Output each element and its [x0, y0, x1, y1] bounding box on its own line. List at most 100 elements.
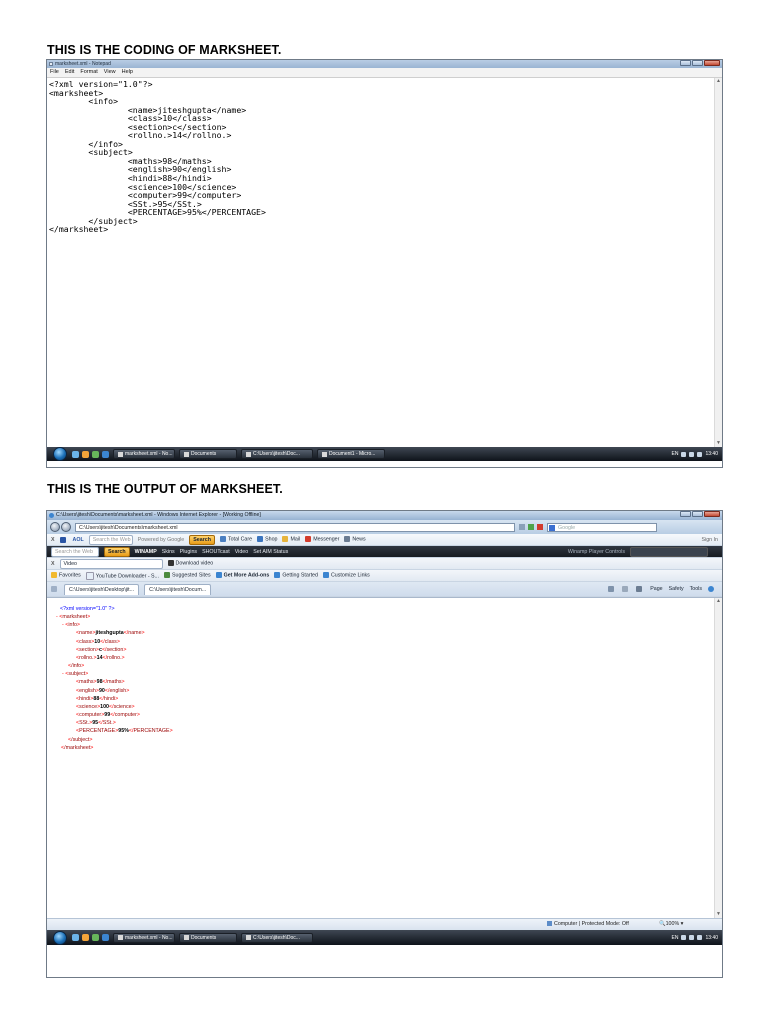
dropdown-icon[interactable]: [519, 524, 525, 530]
fav-link-youtube[interactable]: YouTube Downloader - S...: [85, 571, 159, 580]
aol-search-input[interactable]: Search the Web: [88, 534, 133, 545]
language-indicator[interactable]: EN: [672, 935, 679, 941]
menu-file[interactable]: File: [50, 68, 59, 77]
total-care-link[interactable]: Total Care: [219, 536, 252, 543]
quick-tabs-icon[interactable]: [51, 586, 57, 592]
notepad-editor[interactable]: <?xml version="1.0"?> <marksheet> <info>…: [47, 78, 722, 447]
shoutcast-menu[interactable]: SHOUTcast: [202, 549, 230, 555]
fav-link-customize[interactable]: Customize Links: [322, 572, 370, 579]
aol-search-button[interactable]: Search: [189, 534, 215, 545]
minimize-button[interactable]: [680, 511, 691, 517]
tab-marksheet[interactable]: C:\Users\jitesh\Docum...: [144, 583, 212, 595]
aol-logo[interactable]: AOL: [73, 537, 84, 543]
stop-icon[interactable]: [537, 524, 543, 530]
language-indicator[interactable]: EN: [672, 451, 679, 457]
tab-desktop-jit[interactable]: C:\Users\jitesh\Desktop\jit...: [64, 583, 140, 595]
firefox-icon[interactable]: [82, 934, 89, 941]
volume-icon[interactable]: [689, 451, 695, 457]
scroll-down-icon[interactable]: ▼: [715, 911, 722, 918]
minimize-button[interactable]: [680, 60, 691, 66]
show-desktop-icon[interactable]: [72, 934, 79, 941]
refresh-icon[interactable]: [528, 524, 534, 530]
security-zone[interactable]: Computer | Protected Mode: Off: [547, 919, 629, 930]
help-icon[interactable]: [708, 585, 716, 592]
news-link[interactable]: News: [344, 536, 366, 543]
scroll-down-icon[interactable]: ▼: [715, 440, 722, 447]
search-input[interactable]: Google: [547, 522, 657, 532]
winamp-player-controls: Winamp Player Controls: [567, 548, 625, 555]
firefox-icon[interactable]: [82, 450, 89, 458]
taskbar-notepad[interactable]: marksheet.xml - No...: [113, 932, 175, 943]
winamp-search-button[interactable]: Search: [104, 546, 130, 557]
fav-link-suggested[interactable]: Suggested Sites: [164, 572, 211, 579]
menu-help[interactable]: Help: [122, 68, 133, 77]
safety-menu[interactable]: Safety: [669, 586, 684, 592]
ie-icon[interactable]: [102, 450, 109, 458]
menu-format[interactable]: Format: [80, 68, 97, 77]
menu-edit[interactable]: Edit: [65, 68, 74, 77]
powered-by-google: Powered by Google: [137, 536, 185, 543]
close-toolbar-icon[interactable]: X: [51, 561, 55, 567]
home-icon[interactable]: [608, 585, 616, 592]
skins-menu[interactable]: Skins: [162, 549, 175, 555]
power-icon[interactable]: [697, 935, 703, 940]
notepad-text[interactable]: <?xml version="1.0"?> <marksheet> <info>…: [49, 80, 266, 234]
page-menu[interactable]: Page: [650, 586, 662, 592]
vertical-scrollbar[interactable]: ▲ ▼: [714, 78, 722, 447]
ie-icon[interactable]: [102, 934, 109, 941]
messenger-link[interactable]: Messenger: [305, 536, 339, 543]
code-line: </marksheet>: [49, 224, 109, 235]
menu-view[interactable]: View: [104, 68, 116, 77]
back-button[interactable]: [50, 522, 60, 532]
scroll-up-icon[interactable]: ▲: [715, 598, 722, 605]
xml-info-open: - <info>: [62, 622, 80, 629]
tools-menu[interactable]: Tools: [690, 586, 702, 592]
winamp-search-input[interactable]: Search the Web: [51, 546, 99, 557]
video-menu[interactable]: Video: [235, 549, 248, 555]
forward-button[interactable]: [61, 522, 71, 532]
taskbar-documents[interactable]: Documents: [179, 449, 237, 459]
network-icon[interactable]: [681, 935, 687, 940]
power-icon[interactable]: [697, 451, 703, 457]
clock[interactable]: 13:40: [705, 451, 718, 457]
zoom-level[interactable]: 🔍100% ▾: [659, 919, 683, 930]
volume-icon[interactable]: [689, 935, 695, 940]
taskbar-word[interactable]: Document1 - Micro...: [317, 449, 385, 459]
download-video-link[interactable]: Download video: [167, 560, 213, 567]
show-desktop-icon[interactable]: [72, 450, 79, 458]
fav-link-addons[interactable]: Get More Add-ons: [215, 572, 269, 579]
scroll-up-icon[interactable]: ▲: [715, 78, 722, 85]
check-icon[interactable]: [92, 450, 99, 458]
xml-info-item: <rollno.>14</rollno.>: [76, 654, 125, 661]
video-toolbar: X Video Download video: [47, 558, 722, 570]
start-button[interactable]: [53, 930, 67, 945]
address-bar[interactable]: C:\Users\jitesh\Documents\marksheet.xml: [75, 522, 515, 532]
shop-link[interactable]: Shop: [257, 536, 277, 543]
start-button[interactable]: [53, 447, 67, 461]
check-icon[interactable]: [92, 934, 99, 941]
mail-link[interactable]: Mail: [282, 536, 300, 543]
xml-marksheet-close: </marksheet>: [61, 744, 94, 751]
print-icon[interactable]: [636, 585, 644, 592]
maximize-button[interactable]: [692, 511, 703, 517]
close-toolbar-icon[interactable]: X: [51, 537, 55, 543]
clock[interactable]: 13:40: [705, 935, 718, 941]
fav-link-getting-started[interactable]: Getting Started: [274, 572, 318, 579]
taskbar-documents[interactable]: Documents: [179, 932, 237, 943]
taskbar-notepad[interactable]: marksheet.xml - No...: [113, 449, 175, 459]
player-controls-buttons[interactable]: [630, 546, 708, 557]
feeds-icon[interactable]: [622, 585, 630, 592]
vertical-scrollbar[interactable]: ▲ ▼: [714, 598, 722, 918]
network-icon[interactable]: [681, 451, 687, 457]
plugins-menu[interactable]: Plugins: [180, 549, 197, 555]
close-button[interactable]: [704, 60, 720, 66]
close-button[interactable]: [704, 511, 720, 517]
favorites-button[interactable]: Favorites: [51, 572, 81, 579]
sign-in-link[interactable]: Sign In: [702, 537, 719, 543]
aim-status-menu[interactable]: Set AIM Status: [253, 549, 288, 555]
winamp-logo[interactable]: WINAMP: [135, 549, 157, 555]
video-select[interactable]: Video: [59, 558, 163, 569]
maximize-button[interactable]: [692, 60, 703, 66]
taskbar-explorer[interactable]: C:\Users\jitesh\Doc...: [241, 932, 313, 943]
taskbar-explorer[interactable]: C:\Users\jitesh\Doc...: [241, 449, 313, 459]
